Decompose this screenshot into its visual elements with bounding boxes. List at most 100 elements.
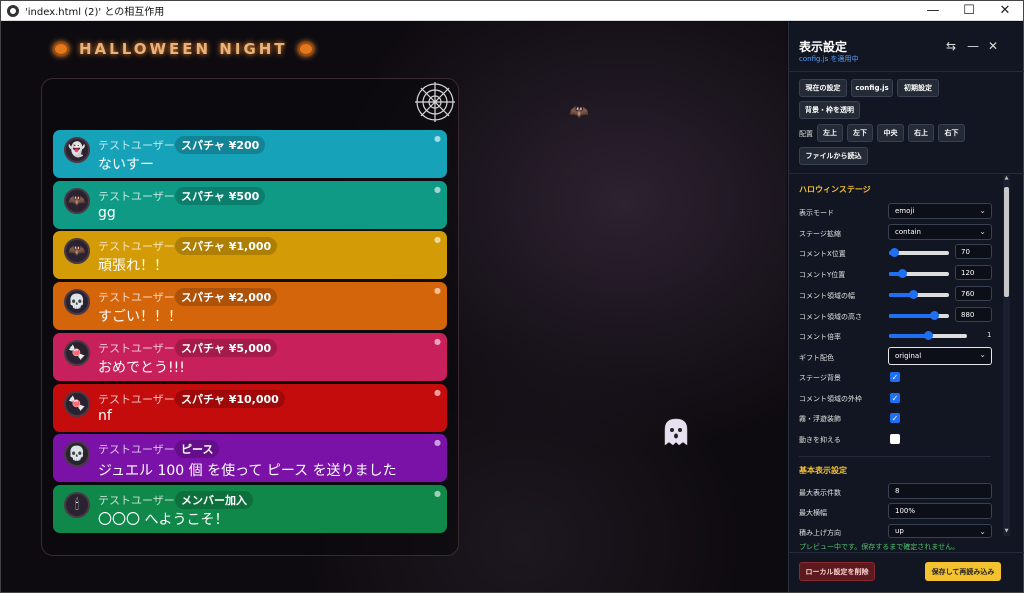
- comment-badge: スパチャ ¥10,000: [175, 389, 285, 408]
- max-width-input[interactable]: 100%: [888, 503, 992, 519]
- initial-settings-button[interactable]: 初期設定: [897, 79, 939, 97]
- comment-height-slider[interactable]: [889, 311, 949, 320]
- chevron-down-icon: ⌄: [979, 206, 986, 215]
- scroll-thumb[interactable]: [1004, 187, 1009, 297]
- comment-card: 🕯 テストユーザー メンバー加入 〇〇〇 へようこそ！ ●: [53, 484, 447, 533]
- divider: [799, 456, 991, 457]
- pos-bottom-right-button[interactable]: 右下: [938, 124, 965, 142]
- comment-scale-label: コメント倍率: [799, 333, 841, 341]
- comment-badge: メンバー加入: [175, 490, 253, 509]
- stack-direction-select[interactable]: up ⌄: [888, 524, 992, 538]
- panel-subtitle: config.js を適用中: [799, 55, 859, 63]
- minimize-button[interactable]: —: [915, 1, 951, 21]
- comment-card: 💀 テストユーザー スパチャ ¥2,000 すごい！！！ ●: [53, 282, 447, 331]
- pumpkin-icon: [53, 42, 69, 56]
- comment-badge: スパチャ ¥200: [175, 136, 266, 154]
- card-marker: ●: [434, 488, 441, 498]
- pos-center-button[interactable]: 中央: [877, 124, 904, 142]
- panel-scrollbar[interactable]: ▲ ▼: [1003, 175, 1010, 536]
- slider-knob[interactable]: [924, 331, 933, 340]
- slider-knob[interactable]: [930, 311, 939, 320]
- reduce-motion-checkbox[interactable]: [890, 434, 900, 444]
- clear-local-settings-button[interactable]: ローカル設定を削除: [799, 562, 875, 581]
- comment-width-input[interactable]: 760: [955, 286, 992, 301]
- window-title: 'index.html (2)' との相互作用: [25, 7, 165, 18]
- close-icon[interactable]: ✕: [988, 39, 998, 53]
- max-count-label: 最大表示件数: [799, 489, 841, 497]
- stage-scale-label: ステージ拡縮: [799, 230, 841, 238]
- halloween-stage: HALLOWEEN NIGHT 👻 テストユーザー スパチャ ¥200 ないすー ● 🦇 テ…: [3, 22, 787, 592]
- slider-knob[interactable]: [889, 248, 899, 257]
- comment-card: 👻 テストユーザー スパチャ ¥200 ないすー ●: [53, 130, 447, 178]
- comment-scale-slider[interactable]: [889, 331, 967, 340]
- comment-badge: スパチャ ¥1,000: [175, 237, 278, 256]
- fog-label: 霧・浮遊装飾: [799, 415, 841, 423]
- minimize-icon[interactable]: —: [967, 39, 979, 53]
- comment-card: 🦇 テストユーザー スパチャ ¥1,000 頑張れ！！ ●: [53, 231, 447, 280]
- gift-color-select[interactable]: original ⌄: [888, 347, 992, 365]
- comment-message: ないすー: [98, 157, 154, 173]
- comment-username: テストユーザー: [98, 443, 175, 457]
- comment-badge: スパチャ ¥5,000: [175, 338, 278, 357]
- maximize-button[interactable]: ☐: [951, 1, 987, 21]
- display-mode-select[interactable]: emoji ⌄: [888, 203, 992, 219]
- current-settings-button[interactable]: 現在の設定: [799, 79, 847, 97]
- stage-bg-checkbox[interactable]: ✓: [890, 372, 900, 382]
- comment-y-slider[interactable]: [889, 269, 949, 278]
- comment-height-input[interactable]: 880: [955, 307, 992, 322]
- reduce-motion-label: 動きを抑える: [799, 436, 841, 444]
- slider-knob[interactable]: [909, 290, 918, 299]
- comment-card: 💀 テストユーザー ピースジュエル 100 個 を使って ピース を送りました ●: [53, 434, 447, 483]
- pos-bottom-left-button[interactable]: 左下: [847, 124, 873, 142]
- comment-height-label: コメント領域の高さ: [799, 313, 862, 321]
- avatar: 🍬: [64, 339, 90, 366]
- bat-icon: 🦇: [569, 102, 589, 121]
- comment-message: おめでとう!!!: [98, 359, 185, 376]
- ghost-icon: [664, 418, 688, 446]
- app-window: 'index.html (2)' との相互作用 — ☐ ✕ HALLOWEEN …: [0, 0, 1024, 593]
- card-marker: ●: [434, 134, 441, 143]
- comment-username: テストユーザー: [98, 189, 175, 203]
- fog-checkbox[interactable]: ✓: [890, 413, 900, 423]
- title-bar: 'index.html (2)' との相互作用 — ☐ ✕: [1, 1, 1023, 21]
- chevron-down-icon: ⌄: [979, 350, 986, 359]
- stack-direction-value: up: [895, 527, 904, 535]
- comment-username: テストユーザー: [98, 493, 175, 507]
- save-and-reload-button[interactable]: 保存して再読み込み: [925, 562, 1001, 581]
- configjs-button[interactable]: config.js: [851, 79, 893, 97]
- card-marker: ●: [434, 184, 441, 194]
- comment-x-input[interactable]: 70: [955, 244, 992, 259]
- slider-knob[interactable]: [898, 269, 908, 278]
- comment-badge: スパチャ ¥2,000: [175, 288, 278, 307]
- comment-card: 🍬 テストユーザー スパチャ ¥10,000 nf ●: [53, 383, 447, 432]
- transparent-button[interactable]: 背景・枠を透明: [799, 101, 860, 119]
- scroll-up-icon[interactable]: ▲: [1003, 175, 1010, 183]
- max-count-input[interactable]: 8: [888, 483, 992, 499]
- pos-top-right-button[interactable]: 右上: [908, 124, 934, 142]
- gift-color-value: original: [895, 352, 922, 360]
- position-label: 配置: [799, 130, 813, 138]
- spiderweb-icon: [415, 82, 455, 122]
- comment-y-input[interactable]: 120: [955, 265, 992, 280]
- comment-x-slider[interactable]: [889, 248, 949, 257]
- comment-scale-value: 1: [987, 331, 992, 339]
- close-button[interactable]: ✕: [987, 1, 1023, 21]
- card-marker: ●: [434, 438, 441, 448]
- load-file-button[interactable]: ファイルから読込: [799, 147, 868, 165]
- comment-badge: ピース: [175, 440, 220, 459]
- stage-scale-select[interactable]: contain ⌄: [888, 224, 992, 240]
- avatar: 💀: [64, 441, 90, 468]
- comment-frame-label: コメント領域の外枠: [799, 395, 862, 403]
- comment-message: ジュエル 100 個 を使って ピース を送りました: [98, 463, 397, 480]
- swap-icon[interactable]: ⇆: [946, 39, 956, 53]
- comment-frame-checkbox[interactable]: ✓: [890, 393, 900, 403]
- comment-card: 🦇 テストユーザー スパチャ ¥500 gg ●: [53, 180, 447, 229]
- stage-bg-label: ステージ背景: [799, 374, 841, 382]
- avatar: 🕯: [64, 491, 90, 518]
- slider-fill: [889, 334, 928, 338]
- scroll-down-icon[interactable]: ▼: [1003, 528, 1010, 536]
- display-mode-label: 表示モード: [799, 209, 834, 217]
- pos-top-left-button[interactable]: 左上: [817, 124, 843, 142]
- preview-note: プレビュー中です。保存するまで確定されません。: [799, 543, 960, 551]
- comment-width-slider[interactable]: [889, 290, 949, 299]
